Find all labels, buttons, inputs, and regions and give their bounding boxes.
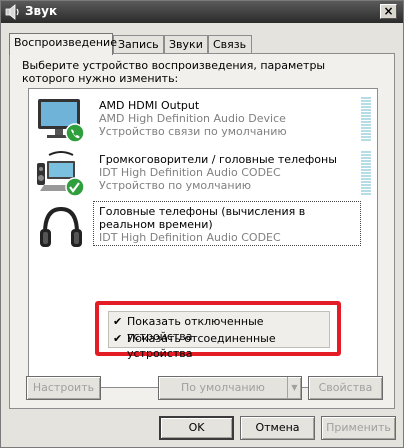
window-title: Звук (25, 4, 58, 18)
tab-recording[interactable]: Запись (113, 35, 164, 54)
menu-item-show-disconnected[interactable]: ✔ Показать отсоединенные устройства (109, 331, 329, 360)
context-menu: ✔ Показать отключенные устройства ✔ Пока… (108, 311, 330, 360)
speaker-icon (5, 4, 19, 20)
sound-dialog: Звук × Воспроизведение Запись Звуки Связ… (0, 0, 404, 448)
device-status: Устройство по умолчанию (99, 179, 252, 192)
device-driver: AMD High Definition Audio Device (99, 112, 286, 125)
device-item-hdmi[interactable]: AMD HDMI Output AMD High Definition Audi… (29, 93, 377, 149)
tab-sounds[interactable]: Звуки (164, 35, 208, 54)
title-bar: Звук × (1, 1, 403, 23)
apply-button[interactable]: Применить (321, 416, 396, 440)
ok-button[interactable]: OK (159, 416, 234, 440)
device-name: AMD HDMI Output (99, 99, 200, 112)
menu-item-show-disabled[interactable]: ✔ Показать отключенные устройства (109, 314, 329, 343)
properties-button[interactable]: Свойства (308, 376, 383, 400)
headphones-icon (40, 206, 82, 247)
device-item-speakers[interactable]: Громкоговорители / головные телефоны IDT… (29, 147, 377, 203)
laptop-speakers-icon (37, 151, 85, 197)
instruction-text: Выберите устройство воспроизведения, пар… (22, 59, 326, 85)
volume-level-meter (361, 151, 371, 197)
menu-item-label: Показать отсоединенные устройства (127, 332, 276, 360)
configure-button[interactable]: Настроить (26, 376, 101, 400)
checkmark-icon: ✔ (113, 332, 123, 345)
device-list[interactable]: AMD HDMI Output AMD High Definition Audi… (28, 88, 378, 388)
device-name: Головные телефоны (вычисления в реальном… (99, 205, 306, 231)
device-name: Громкоговорители / головные телефоны (99, 153, 337, 166)
set-default-button[interactable]: По умолчанию ▼ (158, 376, 302, 400)
context-menu-highlight: ✔ Показать отключенные устройства ✔ Пока… (95, 301, 341, 360)
tab-communications[interactable]: Связь (208, 35, 252, 54)
device-status: Устройство связи по умолчанию (99, 125, 287, 138)
device-item-headphones[interactable]: Головные телефоны (вычисления в реальном… (29, 201, 377, 257)
device-driver: IDT High Definition Audio CODEC (99, 166, 281, 179)
tab-playback[interactable]: Воспроизведение (9, 33, 117, 55)
set-default-label: По умолчанию (181, 381, 265, 394)
playback-panel: Выберите устройство воспроизведения, пар… (9, 53, 395, 409)
cancel-button[interactable]: Отмена (240, 416, 315, 440)
checkmark-icon: ✔ (113, 315, 123, 328)
device-driver: IDT High Definition Audio CODEC (99, 231, 281, 244)
phone-badge-icon (65, 123, 85, 143)
close-button[interactable]: × (380, 4, 397, 19)
volume-level-meter (361, 97, 371, 143)
chevron-down-icon[interactable]: ▼ (287, 377, 301, 399)
monitor-icon (38, 99, 85, 143)
